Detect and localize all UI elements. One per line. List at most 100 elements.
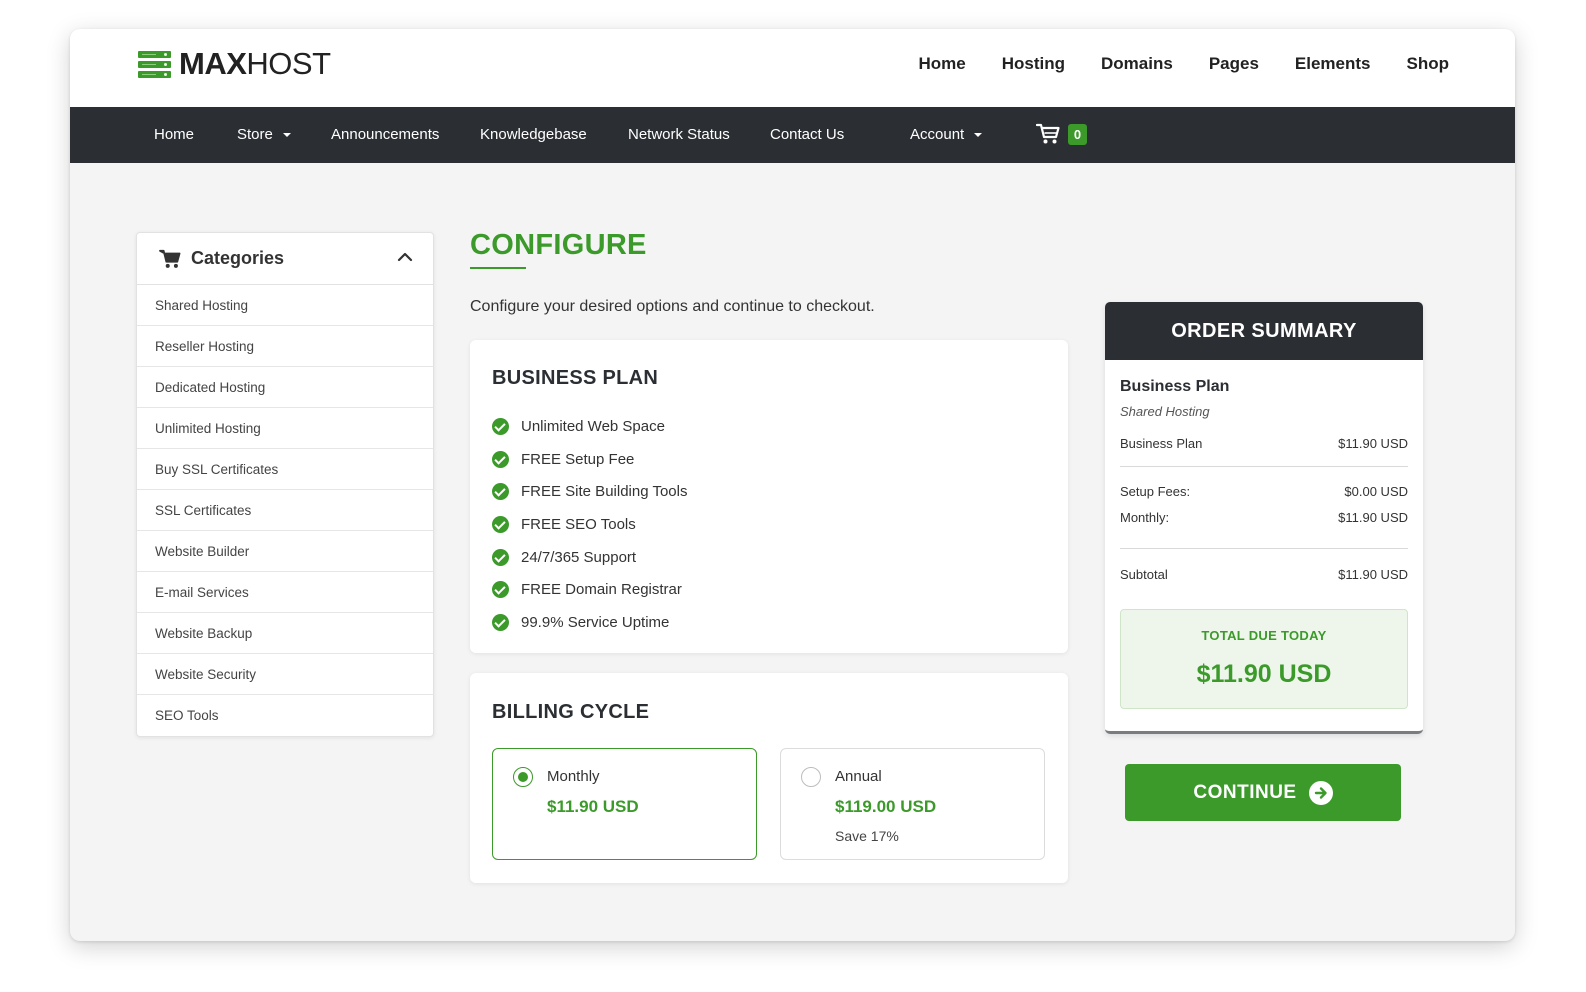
categories-header[interactable]: Categories bbox=[137, 233, 433, 285]
feature-label: 24/7/365 Support bbox=[521, 548, 637, 566]
arrow-right-circle-icon bbox=[1308, 780, 1333, 805]
category-website-builder[interactable]: Website Builder bbox=[137, 531, 433, 572]
billing-option-price: $11.90 USD bbox=[547, 797, 639, 816]
topnav-pages[interactable]: Pages bbox=[1209, 54, 1259, 74]
plan-card: BUSINESS PLAN Unlimited Web Space FREE S… bbox=[470, 340, 1068, 653]
summary-line-plan: Business Plan $11.90 USD bbox=[1120, 436, 1408, 451]
divider bbox=[1120, 548, 1408, 549]
feature-label: FREE SEO Tools bbox=[521, 515, 636, 533]
nav-home[interactable]: Home bbox=[154, 107, 194, 163]
caret-down-icon bbox=[974, 133, 983, 138]
category-seo-tools[interactable]: SEO Tools bbox=[137, 695, 433, 736]
feature-item: Unlimited Web Space bbox=[492, 410, 687, 443]
shopping-cart-icon bbox=[159, 249, 181, 268]
nav-knowledgebase[interactable]: Knowledgebase bbox=[480, 107, 587, 163]
category-ssl-certificates[interactable]: SSL Certificates bbox=[137, 490, 433, 531]
billing-title: BILLING CYCLE bbox=[492, 701, 650, 723]
category-buy-ssl-certificates[interactable]: Buy SSL Certificates bbox=[137, 449, 433, 490]
category-email-services[interactable]: E-mail Services bbox=[137, 572, 433, 613]
category-unlimited-hosting[interactable]: Unlimited Hosting bbox=[137, 408, 433, 449]
plan-title: BUSINESS PLAN bbox=[492, 367, 659, 389]
check-circle-icon bbox=[492, 417, 509, 435]
summary-setup-label: Setup Fees: bbox=[1120, 484, 1191, 499]
categories-title: Categories bbox=[191, 248, 285, 268]
shopping-cart-icon bbox=[1036, 123, 1060, 144]
topnav-home[interactable]: Home bbox=[919, 54, 966, 74]
nav-network-status[interactable]: Network Status bbox=[628, 107, 730, 163]
summary-plan-category: Shared Hosting bbox=[1120, 404, 1210, 419]
summary-line-setup: Setup Fees: $0.00 USD bbox=[1120, 484, 1408, 499]
billing-option-annual[interactable]: Annual $119.00 USD Save 17% bbox=[780, 748, 1045, 860]
billing-cycle-card: BILLING CYCLE Monthly $11.90 USD Annual … bbox=[470, 673, 1068, 883]
topnav-hosting[interactable]: Hosting bbox=[1002, 54, 1065, 74]
billing-option-name: Annual bbox=[835, 768, 882, 785]
title-underline bbox=[470, 267, 526, 269]
feature-label: 99.9% Service Uptime bbox=[521, 613, 670, 631]
topnav-elements[interactable]: Elements bbox=[1295, 54, 1371, 74]
summary-setup-value: $0.00 USD bbox=[1344, 484, 1408, 499]
summary-plan-name: Business Plan bbox=[1120, 378, 1230, 395]
feature-list: Unlimited Web Space FREE Setup Fee FREE … bbox=[492, 410, 687, 639]
billing-option-monthly[interactable]: Monthly $11.90 USD bbox=[492, 748, 757, 860]
feature-item: 99.9% Service Uptime bbox=[492, 606, 687, 639]
billing-option-name: Monthly bbox=[547, 768, 600, 785]
page-subtitle: Configure your desired options and conti… bbox=[470, 298, 875, 315]
nav-account-dropdown[interactable]: Account bbox=[910, 107, 983, 163]
check-circle-icon bbox=[492, 483, 509, 501]
category-website-backup[interactable]: Website Backup bbox=[137, 613, 433, 654]
nav-store-dropdown[interactable]: Store bbox=[237, 107, 291, 163]
cart-button[interactable]: 0 bbox=[1036, 123, 1087, 145]
summary-monthly-value: $11.90 USD bbox=[1338, 510, 1408, 525]
page-title: CONFIGURE bbox=[470, 229, 647, 261]
feature-item: FREE Domain Registrar bbox=[492, 573, 687, 606]
continue-button[interactable]: CONTINUE bbox=[1125, 764, 1401, 821]
summary-monthly-label: Monthly: bbox=[1120, 510, 1170, 525]
nav-contact-us[interactable]: Contact Us bbox=[770, 107, 844, 163]
total-due-value: $11.90 USD bbox=[1196, 660, 1332, 688]
summary-line-label: Business Plan bbox=[1120, 436, 1203, 451]
nav-store-label: Store bbox=[237, 126, 273, 143]
feature-label: FREE Setup Fee bbox=[521, 450, 635, 468]
category-dedicated-hosting[interactable]: Dedicated Hosting bbox=[137, 367, 433, 408]
radio-selected[interactable] bbox=[513, 767, 533, 787]
cart-count-badge: 0 bbox=[1068, 123, 1087, 145]
client-area-navbar: Home Store Announcements Knowledgebase N… bbox=[70, 107, 1515, 163]
chevron-up-icon[interactable] bbox=[397, 251, 413, 263]
summary-subtotal-value: $11.90 USD bbox=[1338, 567, 1408, 582]
continue-label: CONTINUE bbox=[1193, 781, 1297, 803]
feature-item: FREE Site Building Tools bbox=[492, 475, 687, 508]
topnav-shop[interactable]: Shop bbox=[1407, 54, 1450, 74]
feature-label: FREE Site Building Tools bbox=[521, 483, 688, 501]
radio-unselected[interactable] bbox=[801, 767, 821, 787]
nav-announcements[interactable]: Announcements bbox=[331, 107, 439, 163]
divider bbox=[1120, 466, 1408, 467]
brand-header: MAXHOST Home Hosting Domains Pages Eleme… bbox=[70, 29, 1515, 107]
top-navigation: Home Hosting Domains Pages Elements Shop bbox=[883, 54, 1450, 74]
feature-item: FREE Setup Fee bbox=[492, 443, 687, 476]
check-circle-icon bbox=[492, 613, 509, 631]
feature-label: FREE Domain Registrar bbox=[521, 581, 682, 599]
check-circle-icon bbox=[492, 450, 509, 468]
billing-option-savings: Save 17% bbox=[835, 828, 899, 844]
topnav-domains[interactable]: Domains bbox=[1101, 54, 1173, 74]
logo-text-bold: MAX bbox=[179, 46, 247, 81]
category-shared-hosting[interactable]: Shared Hosting bbox=[137, 285, 433, 326]
category-website-security[interactable]: Website Security bbox=[137, 654, 433, 695]
check-circle-icon bbox=[492, 548, 509, 566]
logo[interactable]: MAXHOST bbox=[138, 46, 331, 81]
feature-item: FREE SEO Tools bbox=[492, 508, 687, 541]
order-summary: ORDER SUMMARY Business Plan Shared Hosti… bbox=[1105, 302, 1423, 734]
logo-text-light: HOST bbox=[246, 46, 331, 81]
categories-panel: Categories Shared Hosting Reseller Hosti… bbox=[136, 232, 434, 737]
order-summary-title: ORDER SUMMARY bbox=[1105, 302, 1423, 360]
summary-subtotal-label: Subtotal bbox=[1120, 567, 1168, 582]
browser-window: MAXHOST Home Hosting Domains Pages Eleme… bbox=[70, 29, 1515, 941]
feature-item: 24/7/365 Support bbox=[492, 541, 687, 574]
summary-line-monthly: Monthly: $11.90 USD bbox=[1120, 510, 1408, 525]
summary-line-value: $11.90 USD bbox=[1338, 436, 1408, 451]
check-circle-icon bbox=[492, 581, 509, 599]
billing-option-price: $119.00 USD bbox=[835, 797, 937, 816]
logo-text: MAXHOST bbox=[179, 46, 331, 81]
category-reseller-hosting[interactable]: Reseller Hosting bbox=[137, 326, 433, 367]
summary-line-subtotal: Subtotal $11.90 USD bbox=[1120, 567, 1408, 582]
